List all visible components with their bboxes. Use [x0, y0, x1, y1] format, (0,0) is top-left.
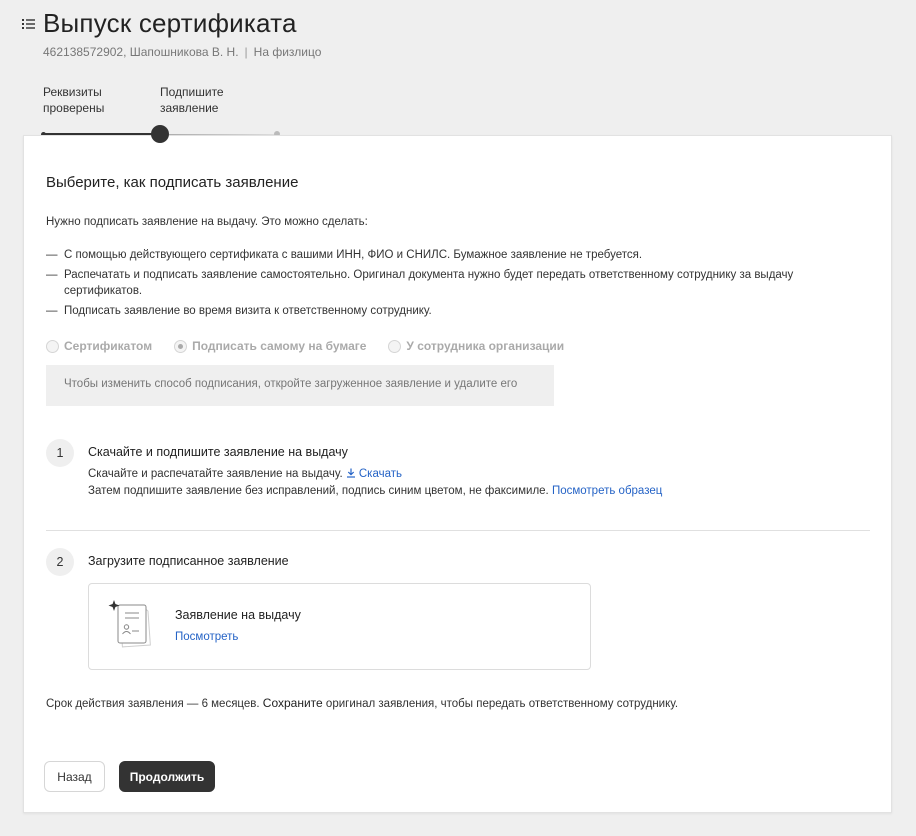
step-title: Скачайте и подпишите заявление на выдачу	[88, 445, 348, 459]
radio-label: Сертификатом	[64, 339, 153, 353]
intro-text: Нужно подписать заявление на выдачу. Это…	[46, 216, 368, 228]
dash-bullet: —	[46, 249, 58, 261]
list-item: — С помощью действующего сертификата с ва…	[46, 247, 826, 263]
step-number-badge: 1	[46, 439, 74, 467]
step-label-line1: Реквизиты	[43, 85, 102, 99]
radio-label: Подписать самому на бумаге	[192, 339, 367, 353]
page-subtitle: 462138572902, Шапошникова В. Н. | На физли…	[43, 45, 321, 59]
menu-list-icon[interactable]	[22, 18, 35, 30]
info-note: Чтобы изменить способ подписания, открой…	[46, 365, 554, 406]
radio-sign-on-paper[interactable]: Подписать самому на бумаге	[174, 339, 366, 353]
view-sample-link[interactable]: Посмотреть образец	[552, 485, 662, 497]
step-description: Затем подпишите заявление без исправлени…	[88, 485, 662, 497]
document-title: Заявление на выдачу	[175, 608, 301, 622]
validity-note: Срок действия заявления — 6 месяцев. Сох…	[46, 696, 678, 710]
step-text: Затем подпишите заявление без исправлени…	[88, 485, 549, 497]
signing-card: Выберите, как подписать заявление Нужно …	[23, 135, 892, 813]
subtitle-type: На физлицо	[253, 45, 322, 59]
radio-organization-employee[interactable]: У сотрудника организации	[388, 339, 564, 353]
radio-label: У сотрудника организации	[406, 339, 565, 353]
validity-text-suffix: оригинал заявления, чтобы передать ответ…	[325, 698, 679, 710]
stepper-dot-active	[151, 125, 169, 143]
step-description: Скачайте и распечатайте заявление на выд…	[88, 468, 402, 480]
step-text: Скачайте и распечатайте заявление на выд…	[88, 468, 343, 480]
download-icon	[346, 468, 355, 478]
divider	[46, 530, 870, 531]
stepper-step-sign-application: Подпишите заявление	[160, 84, 224, 116]
signing-options-list: — С помощью действующего сертификата с ва…	[46, 247, 826, 323]
dash-bullet: —	[46, 269, 58, 281]
option-text: С помощью действующего сертификата с ваш…	[64, 249, 643, 261]
option-text: Распечатать и подписать заявление самост…	[64, 269, 794, 297]
card-heading: Выберите, как подписать заявление	[46, 174, 299, 191]
page-title: Выпуск сертификата	[43, 8, 297, 38]
stepper-step-details-checked: Реквизиты проверены	[43, 84, 104, 116]
continue-button[interactable]: Продолжить	[119, 761, 215, 792]
list-item: — Распечатать и подписать заявление самос…	[46, 267, 826, 299]
option-text: Подписать заявление во время визита к от…	[64, 305, 432, 317]
radio-certificate[interactable]: Сертификатом	[46, 339, 152, 353]
radio-circle-icon[interactable]	[388, 339, 402, 353]
step-label-line2: заявление	[160, 101, 219, 115]
download-link[interactable]: Скачать	[346, 468, 402, 480]
validity-text: Срок действия заявления — 6 месяцев.	[46, 698, 260, 710]
subtitle-id: 462138572902, Шапошникова В. Н.	[43, 45, 239, 59]
list-item: — Подписать заявление во время визита к о…	[46, 303, 826, 319]
subtitle-separator: |	[244, 45, 248, 59]
validity-emphasis: Сохраните	[262, 696, 323, 710]
download-link-label[interactable]: Скачать	[359, 468, 402, 480]
dash-bullet: —	[46, 305, 58, 317]
uploaded-document-card: Заявление на выдачу Посмотреть	[88, 583, 591, 670]
radio-circle-icon[interactable]	[46, 339, 59, 353]
radio-checked-icon[interactable]	[174, 339, 188, 353]
step-label-line1: Подпишите	[160, 85, 224, 99]
view-document-link[interactable]: Посмотреть	[175, 631, 238, 643]
signing-method-radio-group: Сертификатом Подписать самому на бумаге …	[46, 339, 564, 353]
back-button[interactable]: Назад	[44, 761, 105, 792]
document-sparkle-icon	[108, 600, 151, 648]
step-number-badge: 2	[46, 548, 74, 576]
step-title: Загрузите подписанное заявление	[88, 554, 289, 568]
step-label-line2: проверены	[43, 101, 105, 115]
